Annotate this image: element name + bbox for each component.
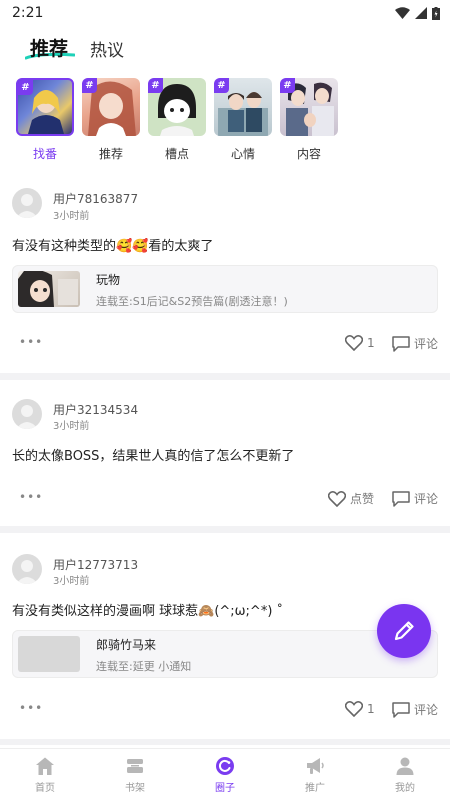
nav-item-bookshelf[interactable]: 书架 [90,749,180,800]
comic-title: 郎骑竹马来 [96,638,157,652]
comic-card[interactable]: 玩物 连载至:S1后记&S2预告篇(剧透注意！) [12,265,438,313]
hash-badge: # [82,78,97,93]
circle-icon [216,757,234,775]
topic-thumbnail: # [82,78,140,136]
post-item[interactable]: 用户32134534 3小时前 长的太像BOSS，结果世人真的信了怎么不更新了 … [0,380,450,525]
more-options-button[interactable]: ••• [19,335,43,349]
nav-item-profile[interactable]: 我的 [360,749,450,800]
post-text[interactable]: 有没有类似这样的漫画啊 球球惹🙈(^;ω;^*) ˚ [12,600,283,619]
post-time: 3小时前 [53,576,90,587]
bookshelf-icon [127,759,143,773]
like-count: 1 [367,702,375,716]
topic-thumbnail: # [148,78,206,136]
comic-progress: 连载至:延更 小通知 [96,660,192,673]
comment-button[interactable]: 评论 [392,490,438,507]
like-button[interactable]: 1 [345,335,375,351]
comment-icon [392,490,410,507]
battery-icon [432,6,440,20]
like-count: 1 [367,336,375,350]
post-time: 3小时前 [53,211,90,222]
comment-label: 评论 [414,492,439,506]
comment-label: 评论 [414,337,439,351]
comic-progress: 连载至:S1后记&S2预告篇(剧透注意！) [96,295,288,308]
heart-icon [345,701,363,717]
nav-label: 我的 [395,783,415,794]
avatar[interactable] [12,554,42,584]
nav-item-promote[interactable]: 推广 [270,749,360,800]
home-icon [36,757,54,775]
comment-button[interactable]: 评论 [392,335,438,352]
hash-badge: # [280,78,295,93]
nav-label: 书架 [125,783,145,794]
status-time: 2:21 [12,5,44,21]
topic-label: 找番 [32,147,57,161]
post-time: 3小时前 [53,421,90,432]
topic-thumbnail: # [214,78,272,136]
status-icons [395,6,440,20]
pencil-icon [394,621,414,641]
topic-item-recommend[interactable]: # 推荐 [81,78,141,162]
post-divider [0,526,450,533]
topic-thumbnail: # [16,78,74,136]
post-item[interactable]: 用户78163877 3小时前 有没有这种类型的🥰🥰看的太爽了 玩物 连载至:S… [0,174,450,374]
topic-label: 心情 [230,147,255,161]
comment-button[interactable]: 评论 [392,701,438,718]
heart-icon [345,335,363,351]
post-text[interactable]: 长的太像BOSS，结果世人真的信了怎么不更新了 [12,445,294,464]
nav-item-circle[interactable]: 圈子 [180,749,270,800]
topic-thumbnail: # [280,78,338,136]
like-button[interactable]: 1 [345,701,375,717]
topic-label: 推荐 [98,147,123,161]
comment-label: 评论 [414,703,439,717]
more-options-button[interactable]: ••• [19,701,43,715]
post-text[interactable]: 有没有这种类型的🥰🥰看的太爽了 [12,235,213,254]
avatar[interactable] [12,399,42,429]
create-post-button[interactable] [377,604,431,658]
profile-icon [396,757,414,775]
more-options-button[interactable]: ••• [19,490,43,504]
topic-item-mood[interactable]: # 心情 [213,78,273,162]
comic-title: 玩物 [96,273,121,287]
tab-hot-discussion[interactable]: 热议 [90,36,124,61]
comic-card[interactable]: 郎骑竹马来 连载至:延更 小通知 [12,630,438,678]
topic-row: # 找番 # 推荐 # 槽点 # 心情 # 内容 [0,78,450,164]
nav-item-home[interactable]: 首页 [0,749,90,800]
heart-icon [328,490,346,507]
topic-item-complaints[interactable]: # 槽点 [147,78,207,162]
post-divider [0,739,450,745]
topic-label: 槽点 [164,147,189,161]
bottom-nav: 首页 书架 圈子 推广 我的 [0,748,450,800]
like-button[interactable]: 点赞 [328,490,374,507]
signal-icon [415,7,427,19]
username[interactable]: 用户12773713 [53,556,138,573]
nav-label: 推广 [305,783,325,794]
topic-label: 内容 [296,147,321,161]
megaphone-icon [307,758,324,774]
wifi-icon [395,7,410,19]
hash-badge: # [148,78,163,93]
post-divider [0,373,450,380]
comment-icon [392,335,410,352]
tab-recommend[interactable]: 推荐 [30,34,68,61]
comment-icon [392,701,410,718]
header: 推荐 热议 [0,28,450,68]
hash-badge: # [18,80,33,95]
hash-badge: # [214,78,229,93]
topic-item-content[interactable]: # 内容 [279,78,339,162]
comic-cover [18,636,80,672]
topic-item-find-anime[interactable]: # 找番 [15,78,75,162]
status-bar: 2:21 [0,0,450,26]
username[interactable]: 用户78163877 [53,190,138,207]
username[interactable]: 用户32134534 [53,401,138,418]
avatar[interactable] [12,188,42,218]
like-label: 点赞 [350,492,375,506]
comic-cover [18,271,80,307]
nav-label: 圈子 [215,783,235,794]
nav-label: 首页 [35,783,55,794]
